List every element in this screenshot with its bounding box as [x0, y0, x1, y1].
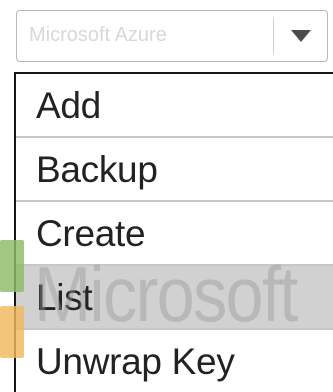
dropdown-item-label: Add	[36, 84, 101, 126]
dropdown-item-label: List	[36, 276, 93, 318]
select-current-value: Microsoft Azure	[29, 24, 167, 46]
select-divider	[273, 18, 274, 54]
dropdown-item-create[interactable]: Create	[16, 202, 333, 266]
dropdown-item-label: Backup	[36, 148, 158, 190]
operation-select[interactable]: Microsoft Azure	[16, 10, 328, 62]
dropdown-list: Add Backup Create List Unwrap Key	[14, 72, 333, 392]
chevron-down-icon[interactable]	[291, 30, 311, 42]
dropdown-item-add[interactable]: Add	[16, 74, 333, 138]
dropdown-item-backup[interactable]: Backup	[16, 138, 333, 202]
dropdown-item-unwrap-key[interactable]: Unwrap Key	[16, 330, 333, 392]
dropdown-item-label: Create	[36, 212, 146, 254]
dropdown-item-list[interactable]: List	[16, 266, 333, 330]
dropdown-item-label: Unwrap Key	[36, 340, 235, 382]
